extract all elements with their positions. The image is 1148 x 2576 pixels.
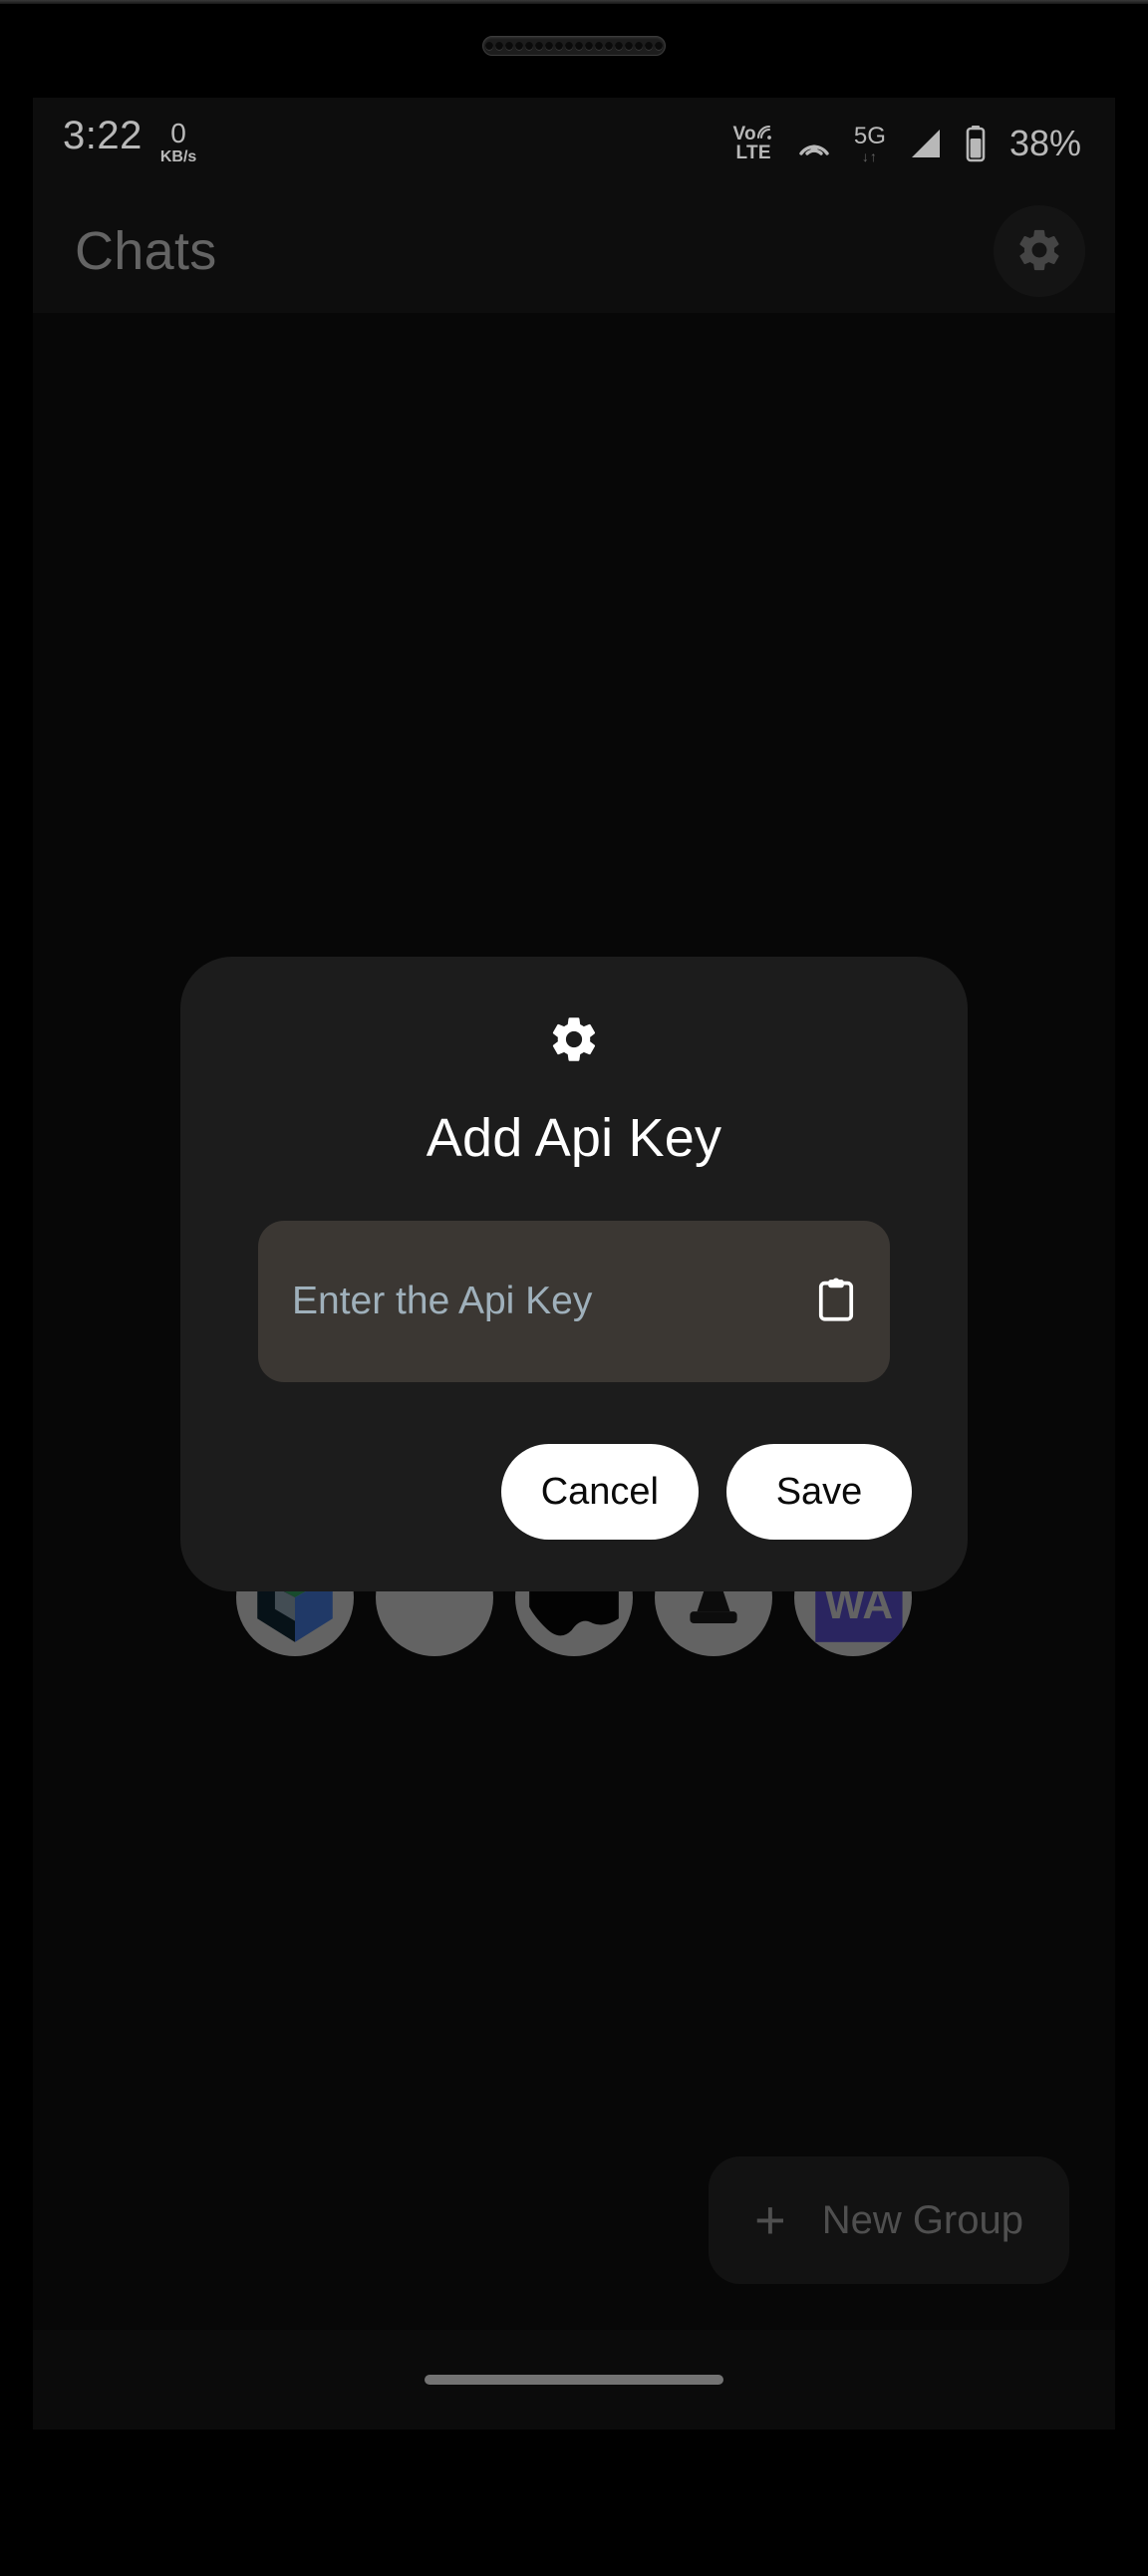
- device-frame: 3:22 0 KB/s Vo LTE 5G ↓↑ 38% Chats WA + …: [0, 0, 1148, 2576]
- api-key-input[interactable]: [292, 1280, 799, 1323]
- add-api-key-dialog: Add Api Key Cancel Save: [180, 957, 968, 1591]
- gear-icon: [547, 1012, 601, 1071]
- cancel-button[interactable]: Cancel: [500, 1444, 699, 1540]
- save-button[interactable]: Save: [726, 1444, 912, 1540]
- api-key-input-container[interactable]: [258, 1221, 890, 1382]
- dialog-title: Add Api Key: [426, 1108, 722, 1168]
- phone-screen: 3:22 0 KB/s Vo LTE 5G ↓↑ 38% Chats WA + …: [33, 98, 1115, 2430]
- earpiece-speaker-grille: [482, 36, 666, 56]
- bezel-top-strip: [0, 0, 1148, 4]
- clipboard-paste-icon: [814, 1278, 858, 1326]
- dialog-actions: Cancel Save: [500, 1444, 968, 1540]
- clipboard-paste-button[interactable]: [811, 1274, 860, 1329]
